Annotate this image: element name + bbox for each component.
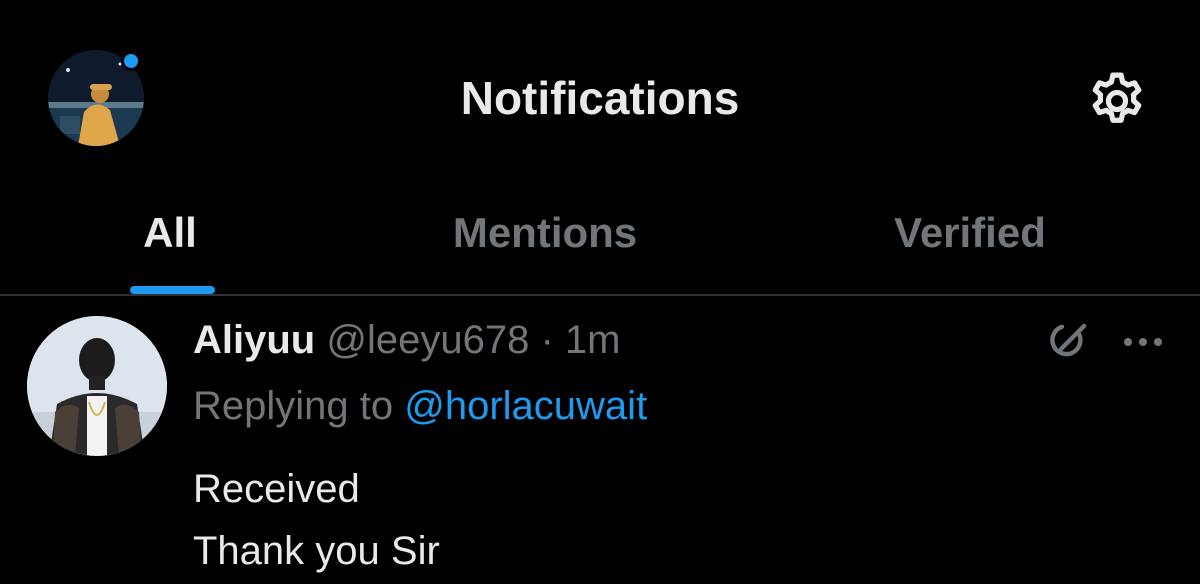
reply-text-line: Thank you Sir [193, 529, 440, 573]
author-avatar[interactable] [27, 316, 167, 456]
tab-label: Mentions [452, 209, 638, 256]
reply-text-line: Received [193, 467, 360, 511]
replying-prefix: Replying to [193, 384, 394, 428]
tab-label: Verified [894, 209, 1046, 256]
gear-icon[interactable] [1084, 68, 1150, 134]
tab-mentions[interactable]: Mentions [400, 190, 690, 294]
reply-header: Aliyuu @leeyu678 · 1m [193, 314, 620, 366]
tab-all[interactable]: All [100, 190, 240, 294]
page-title: Notifications [460, 72, 740, 124]
meta-separator: · [540, 318, 554, 362]
top-bar: Notifications [0, 0, 1200, 190]
reply-text: Received Thank you Sir [193, 458, 440, 582]
active-tab-indicator [130, 286, 215, 294]
notification-tabs: All Mentions Verified [0, 190, 1200, 296]
tab-verified[interactable]: Verified [850, 190, 1090, 294]
author-handle[interactable]: @leeyu678 [326, 318, 529, 362]
author-name[interactable]: Aliyuu [193, 318, 315, 362]
replying-to-line: Replying to @horlacuwait [193, 380, 647, 432]
author-photo-icon [27, 316, 167, 456]
grok-icon[interactable] [1044, 318, 1092, 366]
reply-notification[interactable]: Aliyuu @leeyu678 · 1m Replying to @horla… [0, 296, 1200, 584]
replying-to-mention[interactable]: @horlacuwait [404, 384, 647, 428]
post-time[interactable]: 1m [565, 318, 621, 362]
tab-label: All [143, 209, 197, 256]
more-options-icon[interactable] [1118, 332, 1168, 352]
